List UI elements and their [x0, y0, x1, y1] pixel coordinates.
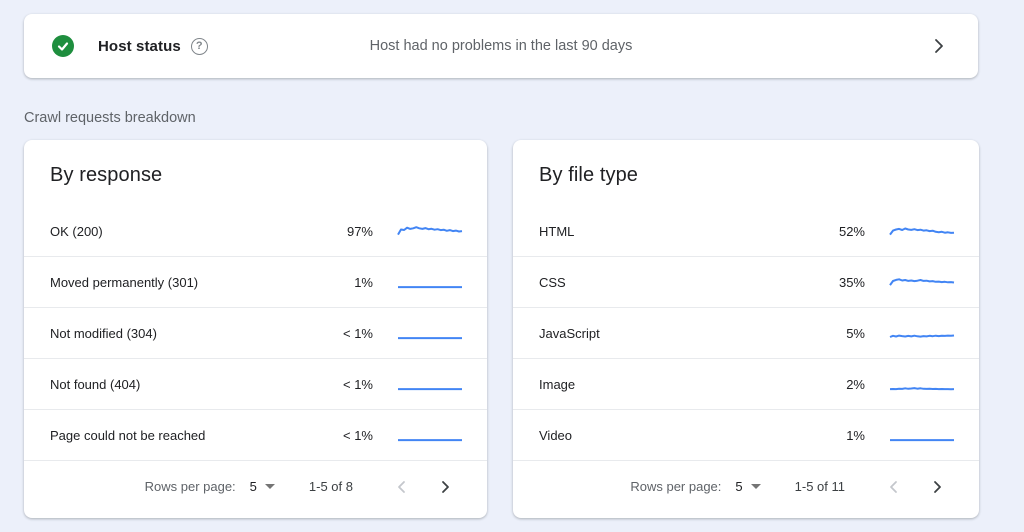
- sparkline-chart: [398, 286, 462, 289]
- rows-per-page-value[interactable]: 5: [735, 479, 742, 494]
- row-percent: 1%: [354, 274, 373, 290]
- row-percent: 35%: [838, 274, 865, 290]
- rows-per-page-label: Rows per page:: [144, 479, 236, 494]
- rows-per-page-label: Rows per page:: [630, 479, 722, 494]
- row-label: Not found (404): [50, 376, 141, 392]
- table-row: OK (200) 97%: [24, 206, 487, 257]
- row-label: Image: [539, 376, 576, 392]
- dropdown-arrow-icon[interactable]: [750, 484, 761, 489]
- card-title: By response: [50, 164, 163, 186]
- host-status-bar[interactable]: Host status ? Host had no problems in th…: [24, 14, 978, 78]
- previous-page-button[interactable]: [881, 475, 905, 499]
- pagination-range: 1-5 of 8: [308, 479, 353, 494]
- row-percent: < 1%: [343, 325, 373, 341]
- row-percent: 52%: [838, 223, 865, 239]
- row-percent: 2%: [846, 376, 865, 392]
- row-label: HTML: [539, 223, 575, 239]
- by-file-type-card: By file type HTML 52% CSS 35% JavaScript…: [513, 140, 979, 518]
- sparkline-chart: [889, 227, 955, 236]
- dropdown-arrow-icon[interactable]: [264, 484, 275, 489]
- table-row: JavaScript 5%: [513, 308, 979, 359]
- table-row: Image 2%: [513, 359, 979, 410]
- row-label: CSS: [539, 274, 566, 290]
- sparkline-chart: [889, 387, 955, 391]
- chevron-right-icon[interactable]: [934, 38, 944, 59]
- table-row: Not modified (304) < 1%: [24, 308, 487, 359]
- table-row: Not found (404) < 1%: [24, 359, 487, 410]
- row-percent: 1%: [846, 427, 865, 443]
- sparkline-chart: [398, 439, 462, 442]
- table-row: Video 1%: [513, 410, 979, 461]
- pagination-bar: Rows per page: 5 1-5 of 11: [513, 461, 979, 518]
- row-percent: < 1%: [343, 427, 373, 443]
- row-label: JavaScript: [539, 325, 600, 341]
- row-label: Video: [539, 427, 573, 443]
- sparkline-chart: [889, 334, 955, 338]
- table-row: CSS 35%: [513, 257, 979, 308]
- row-percent: 5%: [846, 325, 865, 341]
- sparkline-chart: [397, 226, 463, 236]
- table-row: Moved permanently (301) 1%: [24, 257, 487, 308]
- sparkline-chart: [889, 278, 955, 286]
- rows-per-page-value[interactable]: 5: [250, 479, 257, 494]
- pagination-bar: Rows per page: 5 1-5 of 8: [24, 461, 487, 518]
- host-status-message: Host had no problems in the last 90 days: [369, 38, 633, 54]
- row-label: Moved permanently (301): [50, 274, 199, 290]
- row-label: Not modified (304): [50, 325, 157, 341]
- next-page-button[interactable]: [925, 475, 949, 499]
- sparkline-chart: [890, 439, 954, 442]
- sparkline-chart: [398, 337, 462, 340]
- pagination-range: 1-5 of 11: [794, 479, 845, 494]
- row-percent: 97%: [346, 223, 373, 239]
- by-response-card: By response OK (200) 97% Moved permanent…: [24, 140, 487, 518]
- sparkline-chart: [398, 388, 462, 391]
- row-percent: < 1%: [343, 376, 373, 392]
- card-title: By file type: [539, 164, 639, 186]
- next-page-button[interactable]: [433, 475, 457, 499]
- previous-page-button[interactable]: [389, 475, 413, 499]
- table-row: HTML 52%: [513, 206, 979, 257]
- row-label: Page could not be reached: [50, 427, 206, 443]
- section-title: Crawl requests breakdown: [24, 110, 196, 126]
- table-row: Page could not be reached < 1%: [24, 410, 487, 461]
- row-label: OK (200): [50, 223, 103, 239]
